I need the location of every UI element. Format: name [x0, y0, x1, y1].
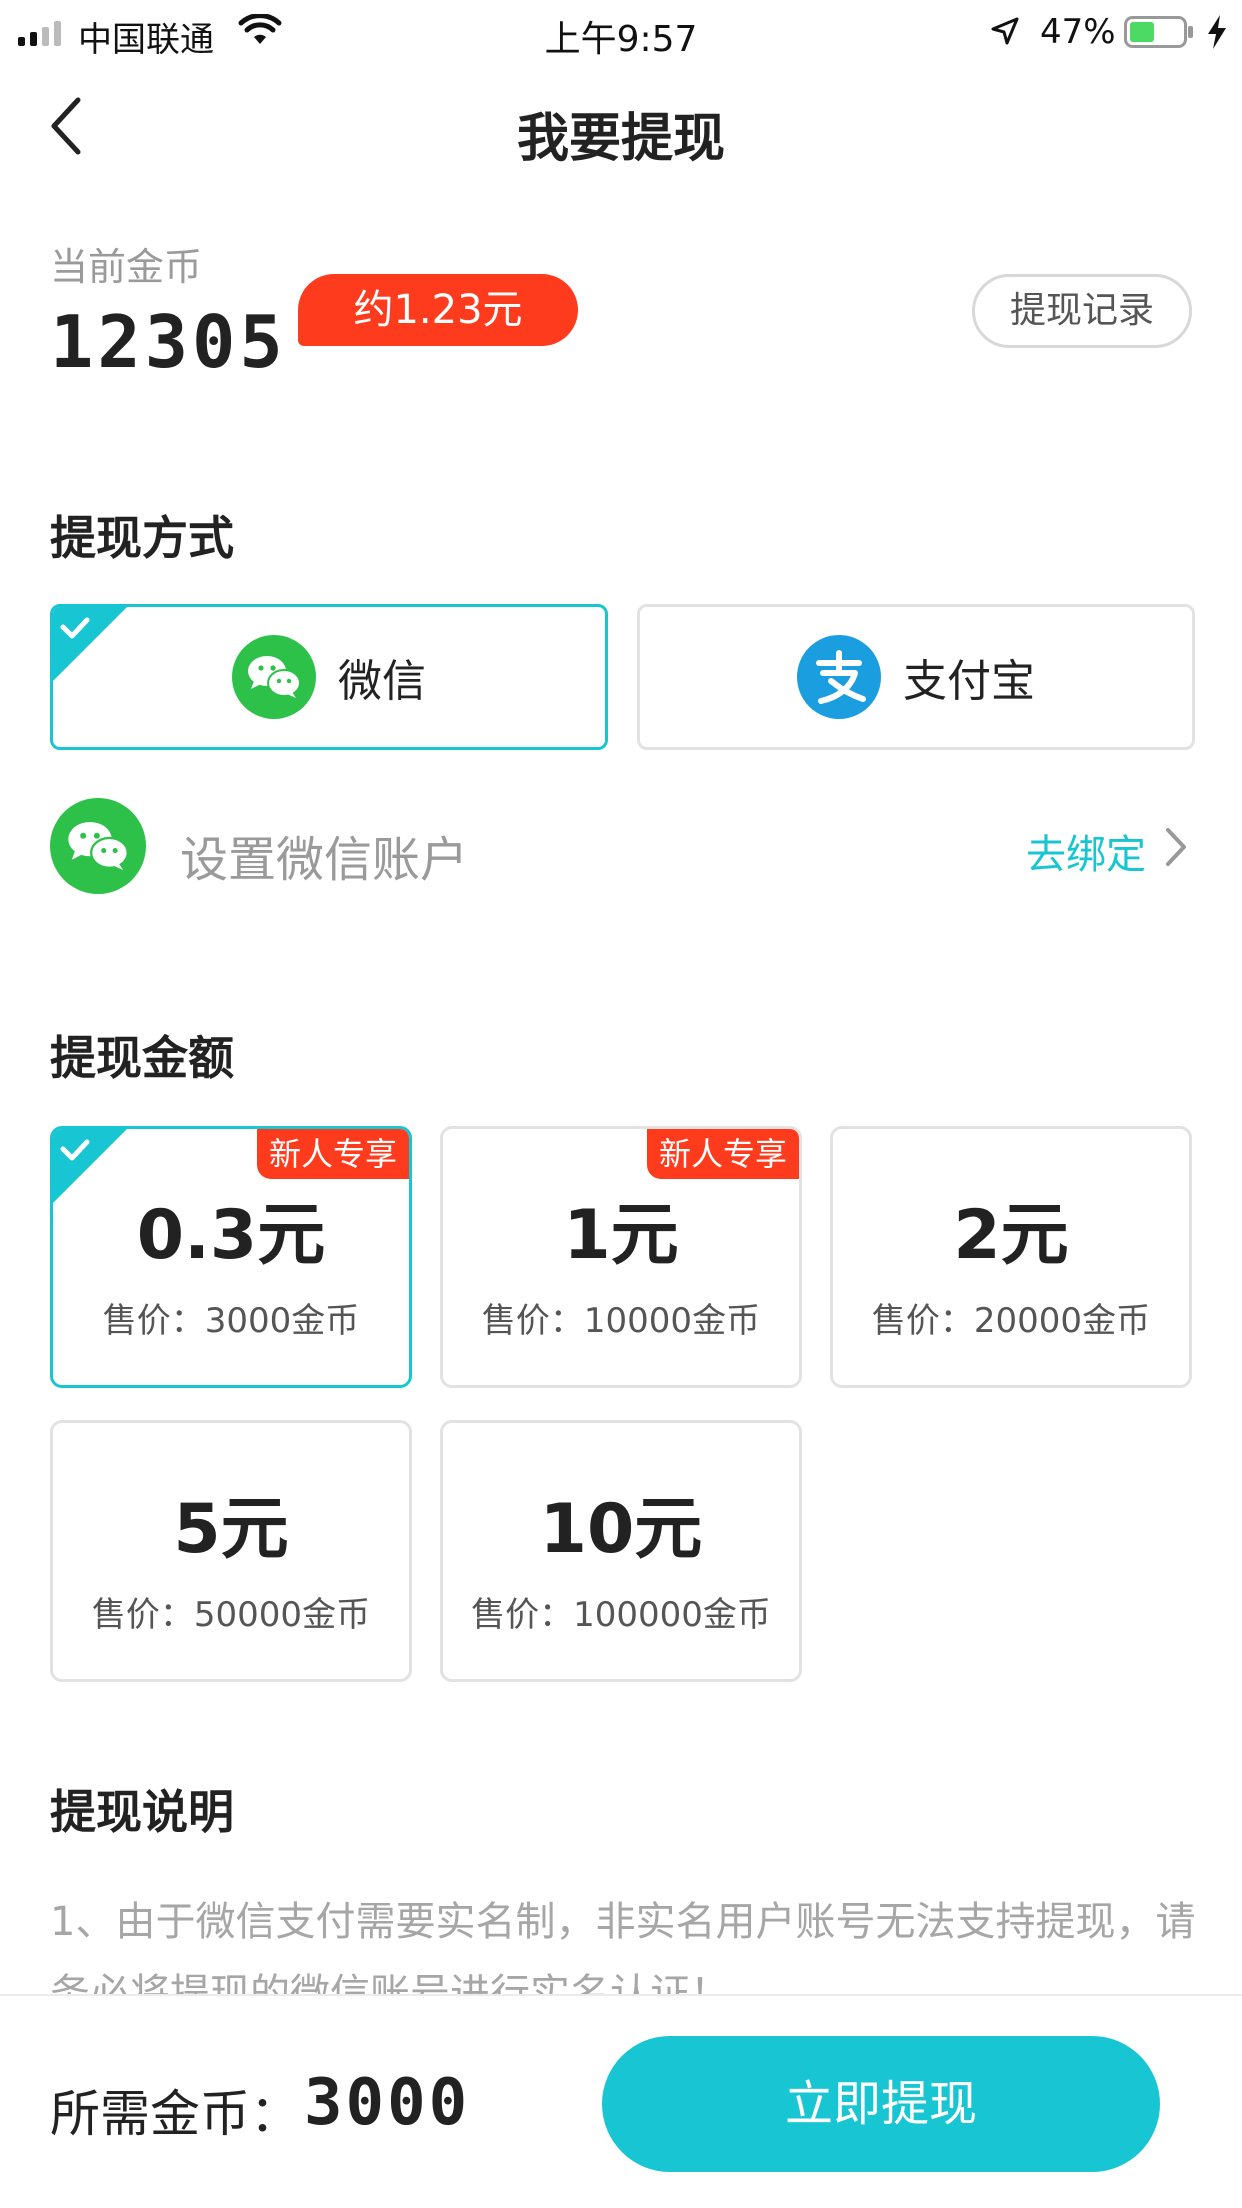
- battery-percent: 47%: [1040, 12, 1116, 52]
- amount-price: 售价：20000金币: [871, 1301, 1151, 1341]
- amount-value: 2元: [953, 1196, 1069, 1275]
- current-coins-label: 当前金币: [50, 245, 203, 289]
- amount-price: 售价：100000金币: [471, 1595, 771, 1635]
- go-bind-link[interactable]: 去绑定: [1026, 822, 1146, 880]
- new-user-badge: 新人专享: [646, 1129, 799, 1179]
- amount-price: 售价：10000金币: [481, 1301, 761, 1341]
- method-label: 支付宝: [903, 656, 1035, 707]
- charging-bolt-icon: [1208, 15, 1226, 49]
- location-arrow-icon: [991, 17, 1019, 45]
- method-label: 微信: [338, 656, 426, 707]
- amount-option-0[interactable]: 新人专享 0.3元 售价：3000金币: [50, 1126, 412, 1388]
- battery-icon: [1124, 16, 1193, 48]
- new-user-badge: 新人专享: [256, 1129, 409, 1179]
- withdraw-record-button[interactable]: 提现记录: [972, 274, 1192, 348]
- withdraw-amount-title: 提现金额: [50, 1031, 234, 1085]
- bind-wechat-account-row[interactable]: 设置微信账户 去绑定: [50, 796, 1192, 896]
- withdraw-now-button[interactable]: 立即提现: [602, 2036, 1160, 2172]
- amount-option-2[interactable]: 2元 售价：20000金币: [830, 1126, 1192, 1388]
- amount-option-4[interactable]: 10元 售价：100000金币: [440, 1420, 802, 1682]
- page-title: 我要提现: [516, 109, 725, 169]
- withdraw-page: 中国联通 上午9:57 47% 我要提现 当前金币 12305 约1.23元 提…: [0, 0, 1242, 2208]
- amount-price: 售价：3000金币: [102, 1301, 360, 1341]
- amount-option-1[interactable]: 新人专享 1元 售价：10000金币: [440, 1126, 802, 1388]
- method-alipay[interactable]: 支付宝: [637, 604, 1195, 750]
- amount-option-3[interactable]: 5元 售价：50000金币: [50, 1420, 412, 1682]
- withdraw-method-title: 提现方式: [50, 511, 234, 565]
- amount-value: 5元: [173, 1490, 289, 1569]
- amount-value: 0.3元: [136, 1196, 326, 1275]
- status-bar: 中国联通 上午9:57 47%: [0, 0, 1242, 62]
- withdraw-explain-title: 提现说明: [50, 1785, 234, 1839]
- required-coins-value: 3000: [304, 2066, 471, 2140]
- alipay-icon: [797, 635, 881, 719]
- wechat-icon: [232, 635, 316, 719]
- navigation-bar: 我要提现: [0, 62, 1242, 192]
- amount-value: 10元: [539, 1490, 703, 1569]
- chevron-right-icon: [1166, 828, 1186, 866]
- amount-value: 1元: [563, 1196, 679, 1275]
- bottom-bar: 所需金币： 3000 立即提现: [0, 1994, 1242, 2208]
- amount-price: 售价：50000金币: [91, 1595, 371, 1635]
- method-wechat[interactable]: 微信: [50, 604, 608, 750]
- required-coins-label: 所需金币：: [50, 2085, 300, 2143]
- wechat-icon: [50, 798, 146, 894]
- bind-account-label: 设置微信账户: [180, 832, 469, 888]
- approx-amount-badge: 约1.23元: [298, 274, 578, 346]
- current-coins-value: 12305: [50, 300, 287, 384]
